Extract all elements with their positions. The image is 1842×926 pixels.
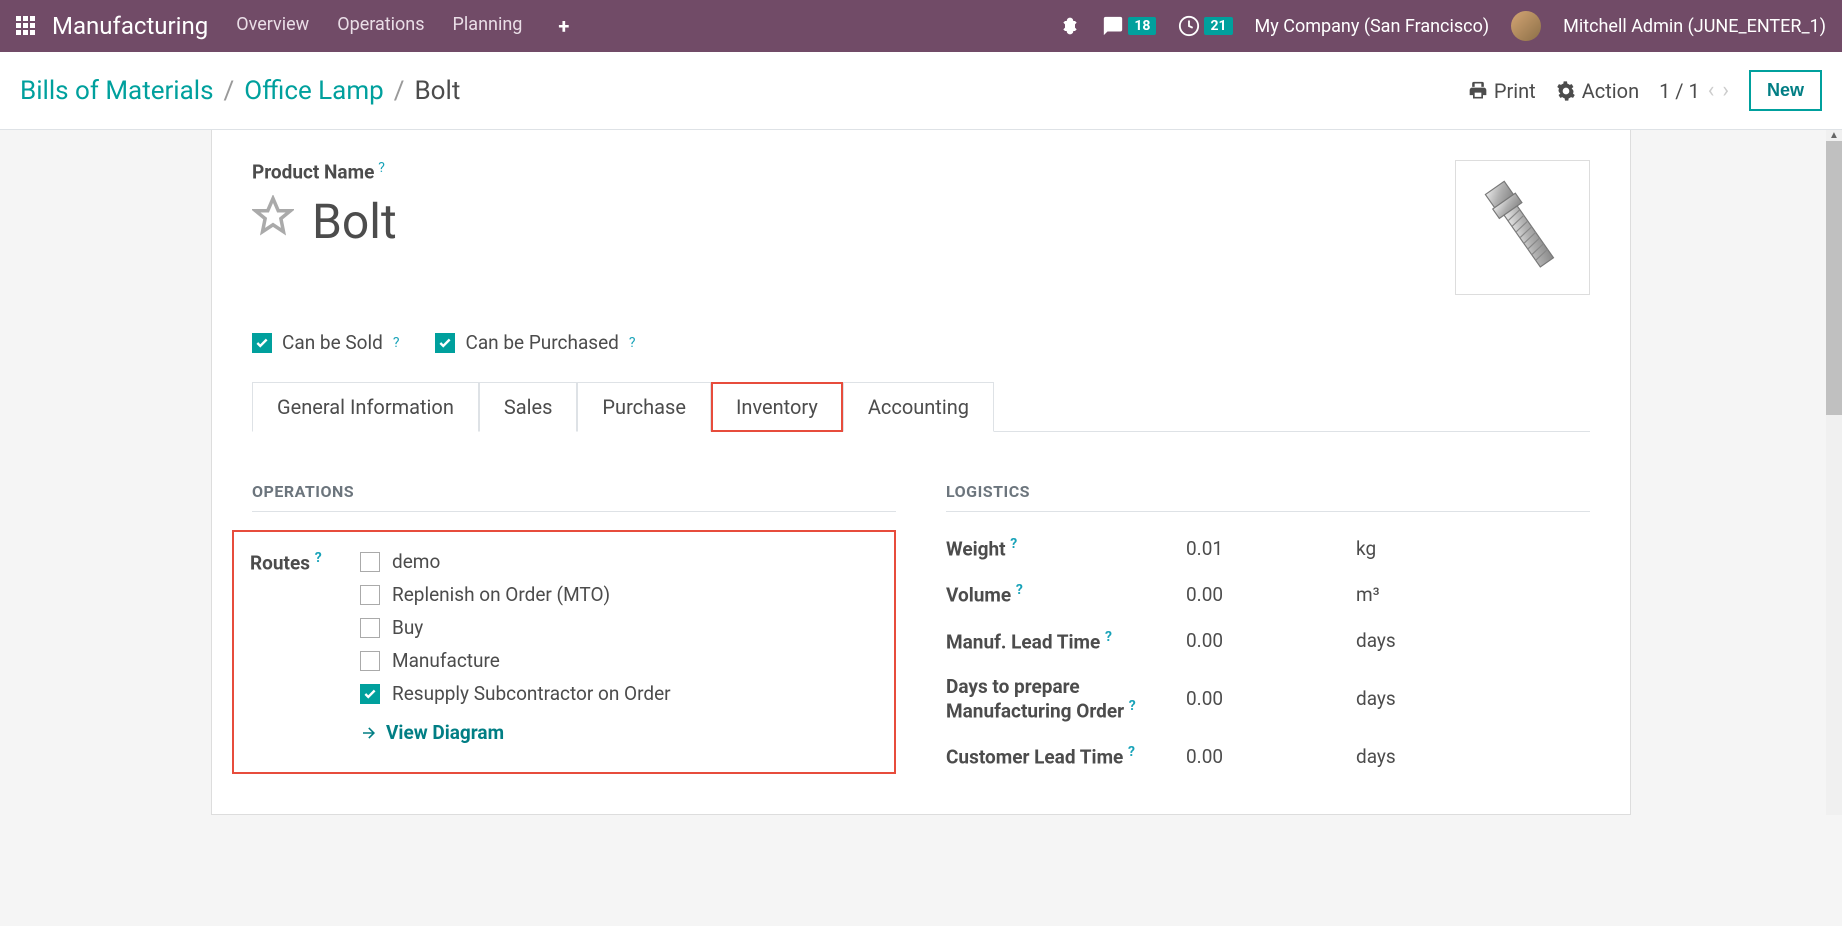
operations-section-title: OPERATIONS [252, 482, 896, 501]
activities-icon[interactable]: 21 [1178, 15, 1232, 37]
print-button[interactable]: Print [1468, 79, 1536, 103]
customer-lead-time-label: Customer Lead Time ? [946, 744, 1186, 768]
breadcrumb-sep: / [394, 76, 405, 106]
breadcrumb-parent[interactable]: Office Lamp [244, 76, 383, 106]
days-prepare-mo-value[interactable]: 0.00 [1186, 687, 1356, 710]
routes-highlight-box: Routes ? demo Replenish on Order (MTO) [232, 530, 896, 774]
product-image[interactable] [1455, 160, 1590, 295]
volume-value[interactable]: 0.00 [1186, 583, 1356, 606]
help-icon[interactable]: ? [315, 550, 322, 566]
breadcrumb-sep: / [224, 76, 235, 106]
breadcrumb-current: Bolt [414, 76, 460, 106]
volume-label: Volume ? [946, 582, 1186, 606]
pager-next-icon[interactable]: › [1722, 78, 1729, 103]
nav-links: Overview Operations Planning + [236, 14, 569, 38]
scrollbar[interactable]: ▲ [1826, 130, 1842, 815]
form-container: Product Name ? Bolt [0, 130, 1842, 815]
navbar: Manufacturing Overview Operations Planni… [0, 0, 1842, 52]
nav-planning[interactable]: Planning [453, 14, 523, 38]
customer-lead-time-value[interactable]: 0.00 [1186, 745, 1356, 768]
nav-overview[interactable]: Overview [236, 14, 309, 38]
days-prepare-mo-unit: days [1356, 687, 1590, 710]
activities-badge: 21 [1204, 17, 1232, 35]
apps-launcher-icon[interactable] [16, 16, 36, 36]
product-name[interactable]: Bolt [312, 193, 397, 250]
weight-unit: kg [1356, 537, 1590, 560]
days-prepare-mo-label: Days to prepare Manufacturing Order ? [946, 675, 1186, 722]
route-manufacture-checkbox[interactable] [360, 651, 380, 671]
tab-purchase[interactable]: Purchase [577, 382, 711, 432]
user-menu[interactable]: Mitchell Admin (JUNE_ENTER_1) [1563, 16, 1826, 37]
new-button[interactable]: New [1749, 70, 1822, 111]
can-be-sold-checkbox[interactable] [252, 333, 272, 353]
customer-lead-time-unit: days [1356, 745, 1590, 768]
help-icon[interactable]: ? [1129, 698, 1136, 714]
action-button[interactable]: Action [1556, 79, 1639, 103]
product-name-label: Product Name ? [252, 160, 1455, 183]
form-sheet: Product Name ? Bolt [211, 130, 1631, 815]
help-icon[interactable]: ? [629, 335, 636, 351]
route-buy-checkbox[interactable] [360, 618, 380, 638]
help-icon[interactable]: ? [1016, 582, 1023, 598]
help-icon[interactable]: ? [1105, 629, 1112, 645]
pager-value[interactable]: 1 / 1 [1659, 79, 1700, 103]
route-buy-label: Buy [392, 616, 423, 639]
control-panel: Bills of Materials / Office Lamp / Bolt … [0, 52, 1842, 130]
logistics-section-title: LOGISTICS [946, 482, 1590, 501]
tab-accounting[interactable]: Accounting [843, 382, 994, 432]
route-resupply-subcontractor-checkbox[interactable] [360, 684, 380, 704]
can-be-purchased-checkbox[interactable] [435, 333, 455, 353]
help-icon[interactable]: ? [393, 335, 400, 351]
scrollbar-thumb[interactable] [1826, 141, 1842, 415]
view-diagram-button[interactable]: View Diagram [360, 721, 671, 744]
company-selector[interactable]: My Company (San Francisco) [1255, 16, 1490, 37]
manuf-lead-time-unit: days [1356, 629, 1590, 652]
help-icon[interactable]: ? [1010, 536, 1017, 552]
route-mto-checkbox[interactable] [360, 585, 380, 605]
route-resupply-subcontractor-label: Resupply Subcontractor on Order [392, 682, 671, 705]
weight-label: Weight ? [946, 536, 1186, 560]
pager-prev-icon[interactable]: ‹ [1708, 78, 1715, 103]
route-demo-checkbox[interactable] [360, 552, 380, 572]
pager: 1 / 1 ‹ › [1659, 78, 1729, 103]
nav-operations[interactable]: Operations [337, 14, 424, 38]
help-icon[interactable]: ? [1128, 744, 1135, 760]
scroll-up-icon[interactable]: ▲ [1826, 130, 1842, 141]
app-title[interactable]: Manufacturing [52, 12, 208, 40]
route-mto-label: Replenish on Order (MTO) [392, 583, 610, 606]
routes-label: Routes ? [250, 550, 340, 574]
tab-inventory[interactable]: Inventory [711, 382, 843, 432]
user-avatar[interactable] [1511, 11, 1541, 41]
tab-sales[interactable]: Sales [479, 382, 578, 432]
debug-icon[interactable] [1060, 16, 1080, 36]
messages-badge: 18 [1128, 17, 1156, 35]
manuf-lead-time-value[interactable]: 0.00 [1186, 629, 1356, 652]
tab-general-information[interactable]: General Information [252, 382, 479, 432]
notebook-tabs: General Information Sales Purchase Inven… [252, 382, 1590, 432]
manuf-lead-time-label: Manuf. Lead Time ? [946, 629, 1186, 653]
breadcrumb: Bills of Materials / Office Lamp / Bolt [20, 76, 460, 106]
breadcrumb-root[interactable]: Bills of Materials [20, 76, 214, 106]
can-be-sold-label: Can be Sold [282, 331, 383, 354]
favorite-star-icon[interactable] [252, 195, 294, 248]
weight-value[interactable]: 0.01 [1186, 537, 1356, 560]
nav-add-icon[interactable]: + [558, 14, 569, 38]
route-manufacture-label: Manufacture [392, 649, 500, 672]
can-be-purchased-label: Can be Purchased [465, 331, 618, 354]
volume-unit: m³ [1356, 583, 1590, 606]
route-demo-label: demo [392, 550, 440, 573]
help-icon[interactable]: ? [378, 160, 385, 176]
messages-icon[interactable]: 18 [1102, 15, 1156, 37]
